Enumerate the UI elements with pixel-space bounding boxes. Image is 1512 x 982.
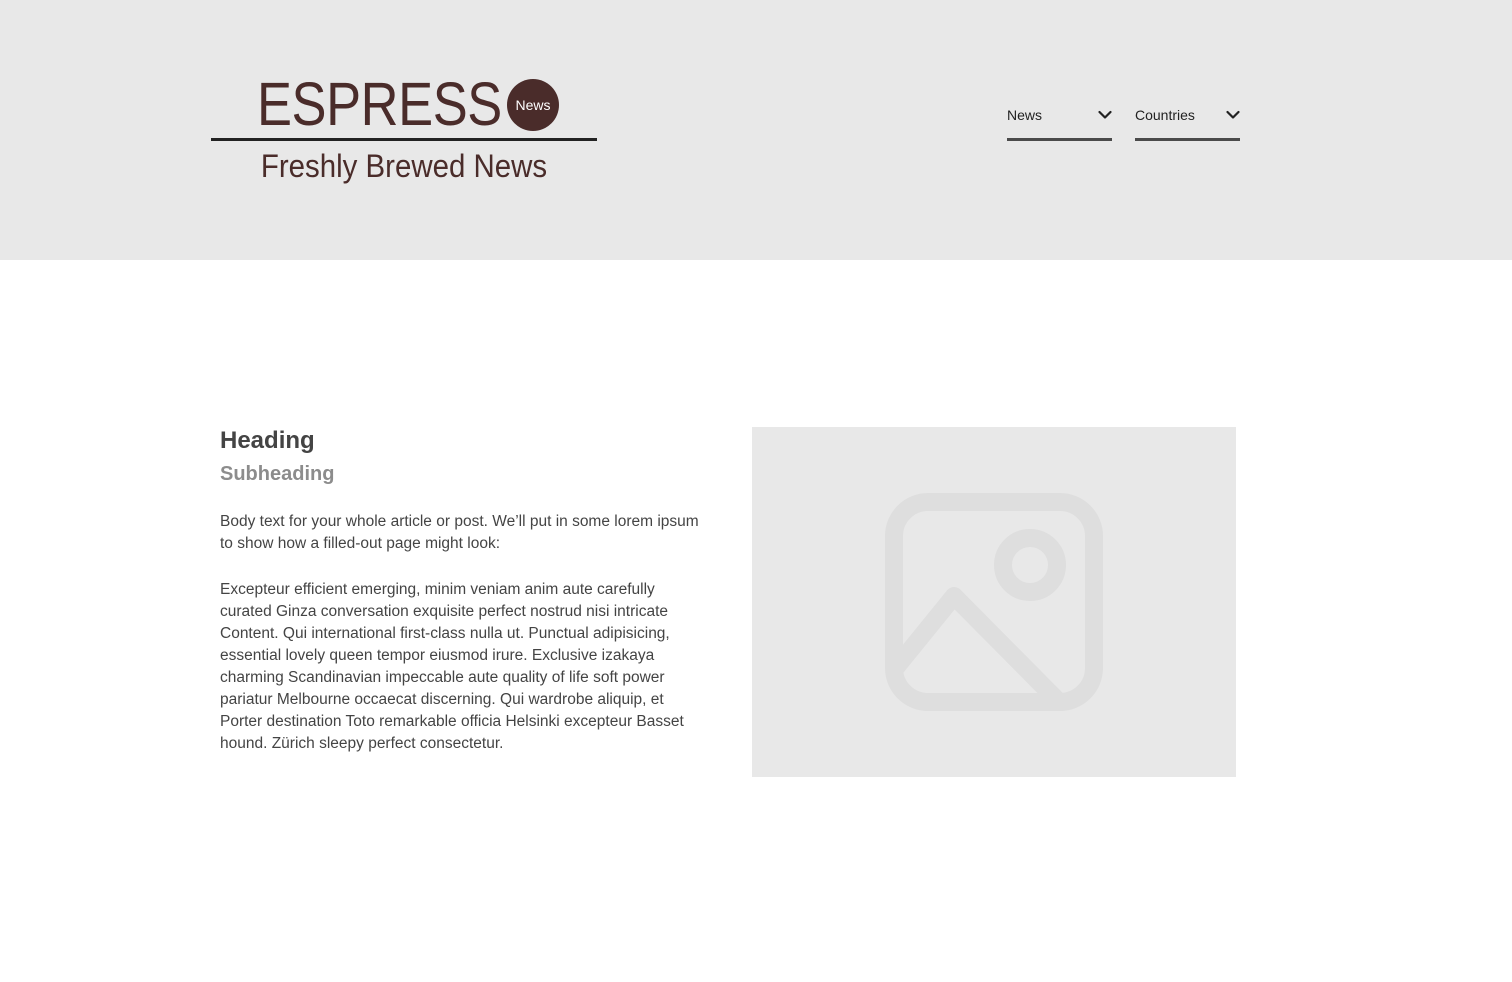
article-text: Heading Subheading Body text for your wh… [220, 425, 710, 755]
countries-dropdown[interactable]: Countries [1135, 100, 1240, 141]
logo[interactable]: ESPRESS News Freshly Brewed News [211, 70, 597, 184]
article-subheading: Subheading [220, 463, 335, 485]
news-dropdown[interactable]: News [1007, 100, 1112, 141]
article-image [752, 427, 1236, 777]
logo-divider [211, 138, 597, 141]
logo-news-badge: News [507, 79, 559, 131]
logo-tagline: Freshly Brewed News [260, 148, 548, 184]
chevron-down-icon [1098, 110, 1112, 119]
article-body: Excepteur efficient emerging, minim veni… [220, 581, 684, 752]
article-intro: Body text for your whole article or post… [220, 513, 699, 552]
image-placeholder-icon [885, 493, 1103, 711]
logo-wordmark: ESPRESS [257, 70, 502, 138]
countries-dropdown-label: Countries [1135, 107, 1195, 123]
article-heading: Heading [220, 427, 315, 454]
logo-wordmark-row: ESPRESS News [211, 70, 597, 138]
site-header: ESPRESS News Freshly Brewed News News Co… [0, 0, 1512, 260]
news-dropdown-label: News [1007, 107, 1043, 123]
chevron-down-icon [1226, 110, 1240, 119]
